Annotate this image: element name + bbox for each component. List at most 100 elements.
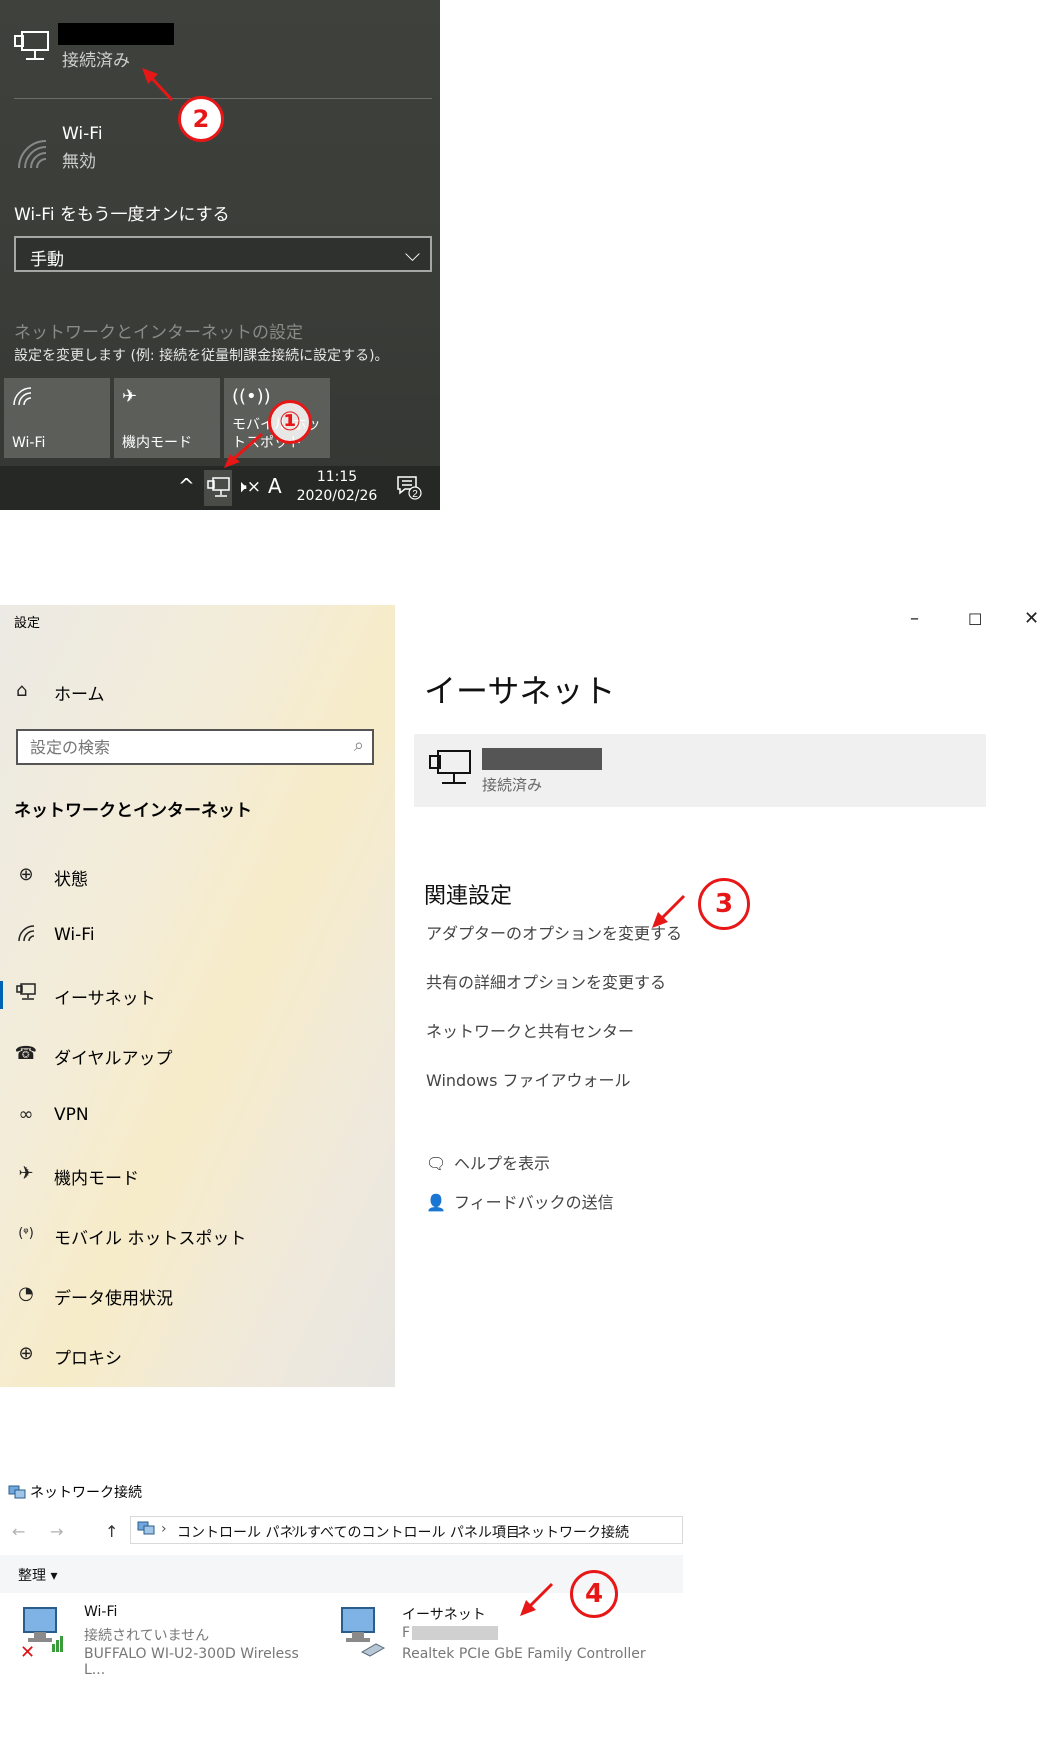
window-title: ネットワーク接続 <box>30 1485 142 1501</box>
adapter-name: Wi-Fi <box>84 1604 118 1620</box>
hotspot-icon: ((•)) <box>232 386 271 407</box>
annotation-arrow-4 <box>516 1580 556 1624</box>
help-label: ヘルプを表示 <box>454 1154 551 1173</box>
feedback-link[interactable]: 👤 フィードバックの送信 <box>426 1189 614 1213</box>
home-link[interactable]: ホーム <box>54 680 105 705</box>
nav-item-label: VPN <box>54 1105 89 1125</box>
nav-item-ethernet[interactable]: イーサネット <box>0 973 395 1017</box>
window-title: 設定 <box>14 616 41 631</box>
nav-item-label: プロキシ <box>54 1349 122 1369</box>
nav-item-vpn[interactable]: ∞ VPN <box>0 1094 395 1138</box>
action-center-icon[interactable]: 2 <box>396 474 422 505</box>
breadcrumb-item[interactable]: ネットワーク接続 <box>517 1522 629 1542</box>
annotation-4: 4 <box>570 1570 618 1618</box>
back-icon[interactable]: ← <box>12 1522 25 1541</box>
nav-item-data-usage[interactable]: ◔ データ使用状況 <box>0 1273 395 1317</box>
help-chat-icon: 🗨 <box>426 1154 447 1173</box>
category-title: ネットワークとインターネット <box>14 801 252 821</box>
quick-action-airplane[interactable]: ✈ 機内モード <box>114 378 220 458</box>
change-adapter-options-link[interactable]: アダプターのオプションを変更する <box>426 920 682 944</box>
organize-button[interactable]: 整理 ▾ <box>18 1565 57 1585</box>
wifi-turn-on-dropdown[interactable]: 手動 ⌵ <box>14 236 432 272</box>
ime-indicator[interactable]: A <box>268 474 282 498</box>
nav-item-label: 機内モード <box>54 1169 139 1189</box>
svg-text:2: 2 <box>412 489 418 500</box>
ethernet-icon <box>14 983 38 1006</box>
annotation-arrow-1 <box>220 430 266 474</box>
dropdown-value: 手動 <box>30 250 64 270</box>
adapter-wifi[interactable]: ✕ Wi-Fi 接続されていません BUFFALO WI-U2-300D Wir… <box>18 1600 318 1678</box>
help-link[interactable]: 🗨 ヘルプを表示 <box>426 1150 550 1174</box>
tile-label: 機内モード <box>122 435 192 451</box>
network-settings-link[interactable]: ネットワークとインターネットの設定 <box>14 318 303 343</box>
divider <box>14 98 432 99</box>
ethernet-adapter-icon <box>336 1606 386 1657</box>
svg-text:✕: ✕ <box>20 1642 35 1658</box>
network-settings-description: 設定を変更します (例: 接続を従量制課金接続に設定する)。 <box>14 348 389 364</box>
settings-search[interactable]: ⌕ <box>16 729 374 765</box>
wifi-status: 無効 <box>62 152 96 172</box>
breadcrumb-separator: › <box>501 1521 507 1537</box>
nav-item-hotspot[interactable]: (ᵠ) モバイル ホットスポット <box>0 1213 395 1257</box>
breadcrumb-separator: › <box>161 1521 167 1537</box>
nav-item-dialup[interactable]: ☎ ダイヤルアップ <box>0 1033 395 1077</box>
network-sharing-center-link[interactable]: ネットワークと共有センター <box>426 1018 634 1042</box>
close-icon[interactable]: ✕ <box>1024 608 1039 629</box>
wifi-icon <box>14 924 38 947</box>
wifi-icon <box>12 386 32 411</box>
page-title: イーサネット <box>424 672 616 710</box>
speaker-muted-icon[interactable]: 🕨× <box>236 477 261 497</box>
nav-item-airplane[interactable]: ✈ 機内モード <box>0 1153 395 1197</box>
feedback-label: フィードバックの送信 <box>454 1193 614 1212</box>
network-folder-icon <box>137 1520 155 1540</box>
search-icon[interactable]: ⌕ <box>354 735 364 756</box>
ethernet-icon <box>14 30 50 68</box>
ethernet-connection-card[interactable]: 接続済み <box>414 734 986 807</box>
up-icon[interactable]: ↑ <box>105 1522 118 1541</box>
wifi-icon <box>16 138 48 174</box>
adapter-status: 接続されていません <box>84 1628 210 1644</box>
chevron-up-icon[interactable]: ^ <box>178 474 195 498</box>
adapter-ethernet[interactable]: イーサネット F Realtek PCIe GbE Family Control… <box>336 1600 676 1670</box>
nav-item-label: 状態 <box>54 870 88 890</box>
nav-item-proxy[interactable]: ⊕ プロキシ <box>0 1333 395 1377</box>
breadcrumb-separator: › <box>621 1521 627 1537</box>
adapter-device: Realtek PCIe GbE Family Controller <box>402 1646 646 1662</box>
nav-item-label: ダイヤルアップ <box>54 1049 173 1069</box>
globe-status-icon: ⊕ <box>18 864 34 885</box>
advanced-sharing-link[interactable]: 共有の詳細オプションを変更する <box>426 969 666 993</box>
quick-action-wifi[interactable]: Wi-Fi <box>4 378 110 458</box>
tile-label: Wi-Fi <box>12 435 46 451</box>
connection-name-redacted <box>482 748 602 770</box>
nav-item-label: Wi-Fi <box>54 925 95 945</box>
search-input[interactable] <box>18 731 332 763</box>
annotation-1: ① <box>268 400 312 444</box>
nav-item-label: データ使用状況 <box>54 1289 173 1309</box>
clock-date[interactable]: 2020/02/26 <box>295 488 379 504</box>
network-tray-icon[interactable] <box>207 476 231 503</box>
nav-item-wifi[interactable]: Wi-Fi <box>0 914 395 958</box>
vpn-icon: ∞ <box>18 1104 34 1125</box>
status-redacted <box>412 1626 499 1640</box>
data-usage-icon: ◔ <box>18 1283 34 1304</box>
ethernet-icon <box>428 748 472 797</box>
minimize-icon[interactable]: – <box>910 608 919 629</box>
forward-icon[interactable]: → <box>50 1522 63 1541</box>
adapter-status: F <box>402 1625 499 1641</box>
breadcrumb-item[interactable]: コントロール パネル <box>177 1522 307 1542</box>
feedback-icon: 👤 <box>426 1193 446 1212</box>
adapter-device: BUFFALO WI-U2-300D Wireless L... <box>84 1646 299 1678</box>
breadcrumb-item[interactable]: すべてのコントロール パネル項目 <box>307 1522 520 1542</box>
chevron-down-icon: ⌵ <box>404 242 420 266</box>
ethernet-status: 接続済み <box>482 776 543 794</box>
nav-item-label: イーサネット <box>54 989 156 1009</box>
annotation-arrow-2 <box>138 64 178 108</box>
home-icon[interactable]: ⌂ <box>16 680 27 701</box>
windows-firewall-link[interactable]: Windows ファイアウォール <box>426 1067 631 1091</box>
nav-item-label: モバイル ホットスポット <box>54 1229 247 1249</box>
clock-time[interactable]: 11:15 <box>300 466 374 488</box>
wifi-turn-on-label: Wi-Fi をもう一度オンにする <box>14 205 230 225</box>
maximize-icon[interactable]: ☐ <box>968 610 982 629</box>
nav-item-status[interactable]: ⊕ 状態 <box>0 854 395 898</box>
address-bar[interactable]: › コントロール パネル › すべてのコントロール パネル項目 › ネットワーク… <box>130 1516 683 1544</box>
